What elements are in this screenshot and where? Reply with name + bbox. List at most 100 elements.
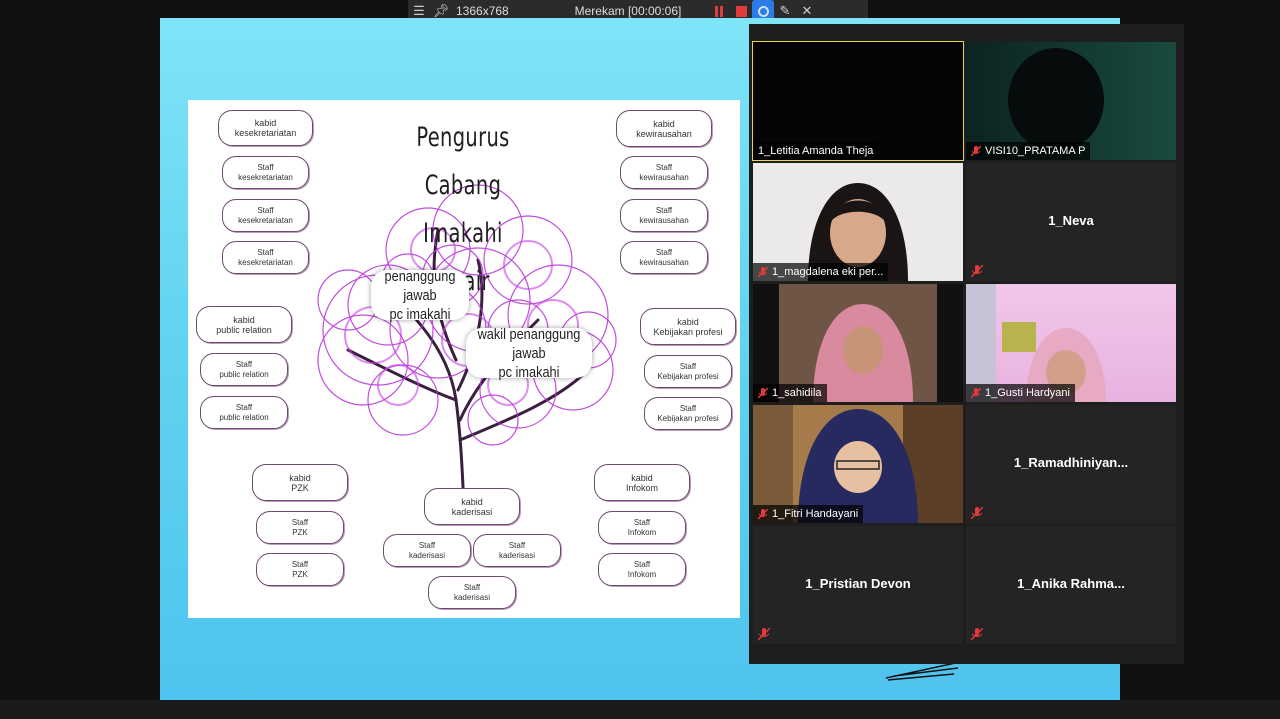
kabid-kaderisasi: kabid kaderisasi	[424, 488, 520, 525]
staff-pzk: Staff PZK	[256, 553, 344, 586]
participant-tile[interactable]: 1_Neva	[966, 163, 1176, 281]
kabid-kebijakan-profesi: kabid Kebijakan profesi	[640, 308, 736, 345]
participant-tile[interactable]: 1_sahidila	[753, 284, 963, 402]
node-label: Staff Infokom	[627, 517, 657, 537]
participant-name: VISI10_PRATAMA P	[985, 145, 1086, 157]
mic-muted-icon	[971, 145, 981, 157]
staff-public-relation: Staff public relation	[200, 396, 288, 429]
node-label: Staff kaderisasi	[408, 540, 445, 560]
recording-resolution: 1366x768	[456, 4, 509, 18]
org-chart-paper: Pengurus Cabang Imakahi Unair penanggung…	[188, 100, 740, 618]
recording-status: Merekam [00:00:06]	[574, 4, 682, 18]
participant-name-tag: VISI10_PRATAMA P	[966, 142, 1091, 160]
node-label: kabid kesekretariatan	[234, 118, 297, 138]
mic-muted-glyph	[758, 387, 768, 399]
bubble-label: penanggung jawab pc imakahi	[384, 267, 456, 323]
node-label: Staff Kebijakan profesi	[657, 361, 719, 381]
participant-name-tag: 1_magdalena eki per...	[753, 263, 889, 281]
mic-muted-icon	[971, 507, 983, 519]
node-label: Staff PZK	[291, 517, 309, 537]
mic-muted-icon	[758, 508, 768, 520]
node-label: kabid public relation	[216, 314, 272, 335]
mic-muted-icon	[971, 628, 983, 640]
mic-muted-icon	[758, 266, 768, 278]
bubble-wakil-penanggung-jawab: wakil penanggung jawab pc imakahi	[466, 326, 592, 381]
mic-muted-glyph	[971, 387, 981, 399]
webcam-icon	[757, 5, 769, 17]
staff-kaderisasi: Staff kaderisasi	[383, 534, 471, 567]
staff-kaderisasi: Staff kaderisasi	[428, 576, 516, 609]
staff-kesekretariatan: Staff kesekretariatan	[222, 156, 309, 189]
staff-infokom: Staff Infokom	[598, 511, 686, 544]
node-label: Staff kesekretariatan	[238, 247, 293, 267]
participant-name-tag: 1_sahidila	[753, 384, 827, 402]
participant-tile[interactable]: 1_Fitri Handayani	[753, 405, 963, 523]
participant-name-center: 1_Ramadhiniyan...	[1013, 455, 1129, 470]
kabid-kesekretariatan: kabid kesekretariatan	[218, 110, 313, 146]
title-line-1: Pengurus Cabang	[416, 122, 510, 201]
mic-muted-glyph	[971, 265, 983, 277]
participant-tile[interactable]: VISI10_PRATAMA P	[966, 42, 1176, 160]
participant-name: 1_Fitri Handayani	[772, 508, 859, 520]
participant-name: 1_Gusti Hardyani	[985, 387, 1070, 399]
node-label: kabid Infokom	[625, 472, 658, 493]
participant-tile[interactable]: 1_Gusti Hardyani	[966, 284, 1176, 402]
kabid-kewirausahan: kabid kewirausahan	[616, 110, 712, 147]
mic-muted-icon	[971, 387, 981, 399]
mic-muted-glyph	[971, 628, 983, 640]
node-label: Staff kewirausahan	[639, 162, 689, 182]
node-label: kabid Kebijakan profesi	[653, 316, 723, 337]
video-gallery: 1_Letitia Amanda Theja VISI10_PRATAMA P …	[749, 24, 1184, 664]
mic-muted-icon	[971, 265, 983, 277]
staff-kaderisasi: Staff kaderisasi	[473, 534, 561, 567]
node-label: Staff Kebijakan profesi	[657, 403, 719, 423]
kabid-public-relation: kabid public relation	[196, 306, 292, 343]
participant-name-center: 1_Anika Rahma...	[1017, 576, 1125, 591]
pencil-icon: ✎	[779, 3, 791, 18]
bubble-penanggung-jawab: penanggung jawab pc imakahi	[371, 268, 469, 323]
participant-name-center: 1_Neva	[1048, 213, 1094, 228]
node-label: Staff PZK	[291, 559, 309, 579]
kabid-infokom: kabid Infokom	[594, 464, 690, 501]
pause-icon	[715, 5, 723, 17]
node-label: Staff kaderisasi	[453, 582, 490, 602]
mic-muted-glyph	[758, 628, 770, 640]
staff-kewirausahan: Staff kewirausahan	[620, 156, 708, 189]
node-label: kabid kaderisasi	[451, 496, 493, 517]
staff-kesekretariatan: Staff kesekretariatan	[222, 241, 309, 274]
participant-name-tag: 1_Letitia Amanda Theja	[753, 142, 879, 160]
staff-kewirausahan: Staff kewirausahan	[620, 199, 708, 232]
node-label: Staff Infokom	[627, 559, 657, 579]
node-label: Staff kesekretariatan	[238, 162, 293, 182]
participant-name-tag: 1_Gusti Hardyani	[966, 384, 1075, 402]
mic-muted-glyph	[758, 266, 768, 278]
mic-muted-icon	[758, 387, 768, 399]
kabid-pzk: kabid PZK	[252, 464, 348, 501]
participant-tile[interactable]: 1_magdalena eki per...	[753, 163, 963, 281]
participant-name-tag: 1_Fitri Handayani	[753, 505, 864, 523]
stop-icon	[735, 5, 747, 17]
participant-tile[interactable]: 1_Ramadhiniyan...	[966, 405, 1176, 523]
node-label: Staff kaderisasi	[498, 540, 535, 560]
participant-tile[interactable]: 1_Anika Rahma...	[966, 526, 1176, 644]
staff-pzk: Staff PZK	[256, 511, 344, 544]
node-label: Staff kewirausahan	[639, 205, 689, 225]
node-label: kabid PZK	[289, 472, 311, 493]
staff-kewirausahan: Staff kewirausahan	[620, 241, 708, 274]
staff-kebijakan-profesi: Staff Kebijakan profesi	[644, 397, 732, 430]
close-icon: ✕	[801, 3, 813, 18]
mic-muted-glyph	[758, 508, 768, 520]
staff-kesekretariatan: Staff kesekretariatan	[222, 199, 309, 232]
staff-infokom: Staff Infokom	[598, 553, 686, 586]
mic-muted-glyph	[971, 507, 983, 519]
participant-name: 1_sahidila	[772, 387, 822, 399]
staff-kebijakan-profesi: Staff Kebijakan profesi	[644, 355, 732, 388]
participant-tile[interactable]: 1_Letitia Amanda Theja	[752, 41, 964, 161]
participant-name-center: 1_Pristian Devon	[805, 576, 911, 591]
staff-public-relation: Staff public relation	[200, 353, 288, 386]
node-label: kabid kewirausahan	[636, 118, 692, 139]
participant-tile[interactable]: 1_Pristian Devon	[753, 526, 963, 644]
node-label: Staff public relation	[219, 359, 269, 379]
participant-name: 1_magdalena eki per...	[772, 266, 884, 278]
bubble-label: wakil penanggung jawab pc imakahi	[477, 325, 581, 381]
